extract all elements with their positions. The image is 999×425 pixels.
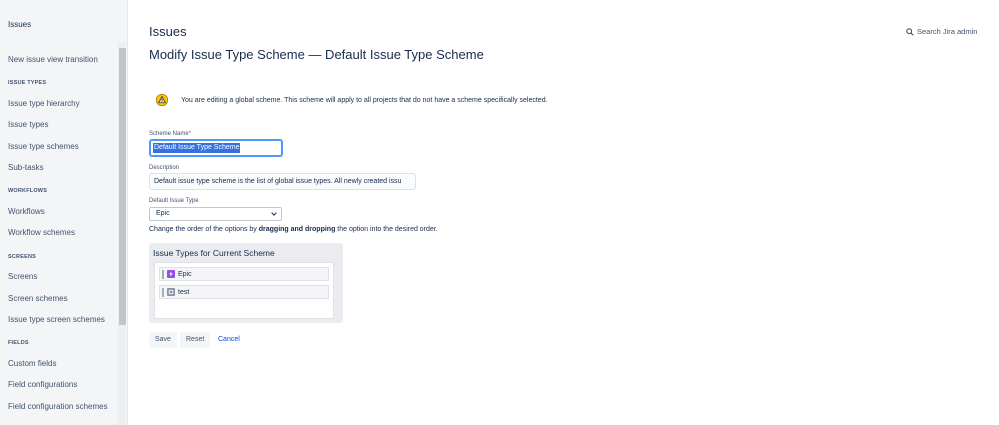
sidebar-item-workflows[interactable]: Workflows [8,207,45,216]
default-issue-type-label: Default Issue Type [149,198,199,204]
search-jira-admin-link[interactable]: Search Jira admin [906,27,977,36]
issue-type-row-test[interactable]: test [159,285,329,299]
sidebar-section-workflows: WORKFLOWS [8,188,48,194]
sidebar-item-field-configuration-schemes[interactable]: Field configuration schemes [8,402,108,411]
global-scheme-warning: You are editing a global scheme. This sc… [156,94,548,106]
sidebar-item-custom-fields[interactable]: Custom fields [8,359,56,368]
search-icon [906,27,914,36]
sidebar-section-screens: SCREENS [8,254,36,260]
reset-button[interactable]: Reset [180,332,211,348]
order-hint: Change the order of the options by dragg… [149,226,438,233]
drag-handle-icon[interactable] [162,287,164,297]
sidebar-title: Issues [8,20,32,29]
sidebar-item-screen-schemes[interactable]: Screen schemes [8,294,68,303]
issue-type-list: Epic test [154,262,334,319]
scheme-name-value: Default Issue Type Scheme [153,143,241,153]
description-label: Description [149,165,180,171]
description-input[interactable]: Default issue type scheme is the list of… [149,173,416,190]
warning-text: You are editing a global scheme. This sc… [181,96,548,104]
sidebar: Issues New issue view transition ISSUE TY… [0,0,128,425]
issue-type-label: test [178,288,190,296]
drag-handle-icon[interactable] [162,269,164,279]
sidebar-item-issue-type-schemes[interactable]: Issue type schemes [8,142,79,151]
sidebar-section-fields: FIELDS [8,340,29,346]
chevron-down-icon [271,212,277,216]
scheme-heading: Modify Issue Type Scheme — Default Issue… [149,47,484,62]
search-jira-admin-label: Search Jira admin [917,27,978,36]
default-issue-type-value: Epic [156,210,170,217]
sidebar-item-issue-type-screen-schemes[interactable]: Issue type screen schemes [8,315,105,324]
scheme-name-input[interactable]: Default Issue Type Scheme [149,139,283,157]
warning-icon [156,94,168,106]
page-title: Issues [149,24,187,39]
current-scheme-panel: Issue Types for Current Scheme Epic test [149,243,343,323]
sidebar-item-field-configurations[interactable]: Field configurations [8,380,77,389]
current-scheme-panel-title: Issue Types for Current Scheme [153,248,275,258]
issue-type-row-epic[interactable]: Epic [159,267,329,281]
sidebar-item-screens[interactable]: Screens [8,272,37,281]
issue-type-label: Epic [178,270,192,278]
epic-icon [167,270,175,278]
default-issue-type-select[interactable]: Epic [149,207,282,221]
sidebar-scrollbar-thumb[interactable] [119,48,126,325]
required-mark: * [188,131,192,137]
sidebar-item-issue-type-hierarchy[interactable]: Issue type hierarchy [8,99,80,108]
sidebar-item-issue-types[interactable]: Issue types [8,120,48,129]
issue-type-icon [167,288,175,296]
cancel-link[interactable]: Cancel [218,332,240,348]
sidebar-item-new-issue-view-transition[interactable]: New issue view transition [8,55,98,64]
save-button[interactable]: Save [149,332,177,348]
sidebar-section-issue-types: ISSUE TYPES [8,80,47,86]
scheme-name-label: Scheme Name* [149,131,192,137]
sidebar-item-sub-tasks[interactable]: Sub-tasks [8,163,44,172]
sidebar-item-workflow-schemes[interactable]: Workflow schemes [8,228,75,237]
